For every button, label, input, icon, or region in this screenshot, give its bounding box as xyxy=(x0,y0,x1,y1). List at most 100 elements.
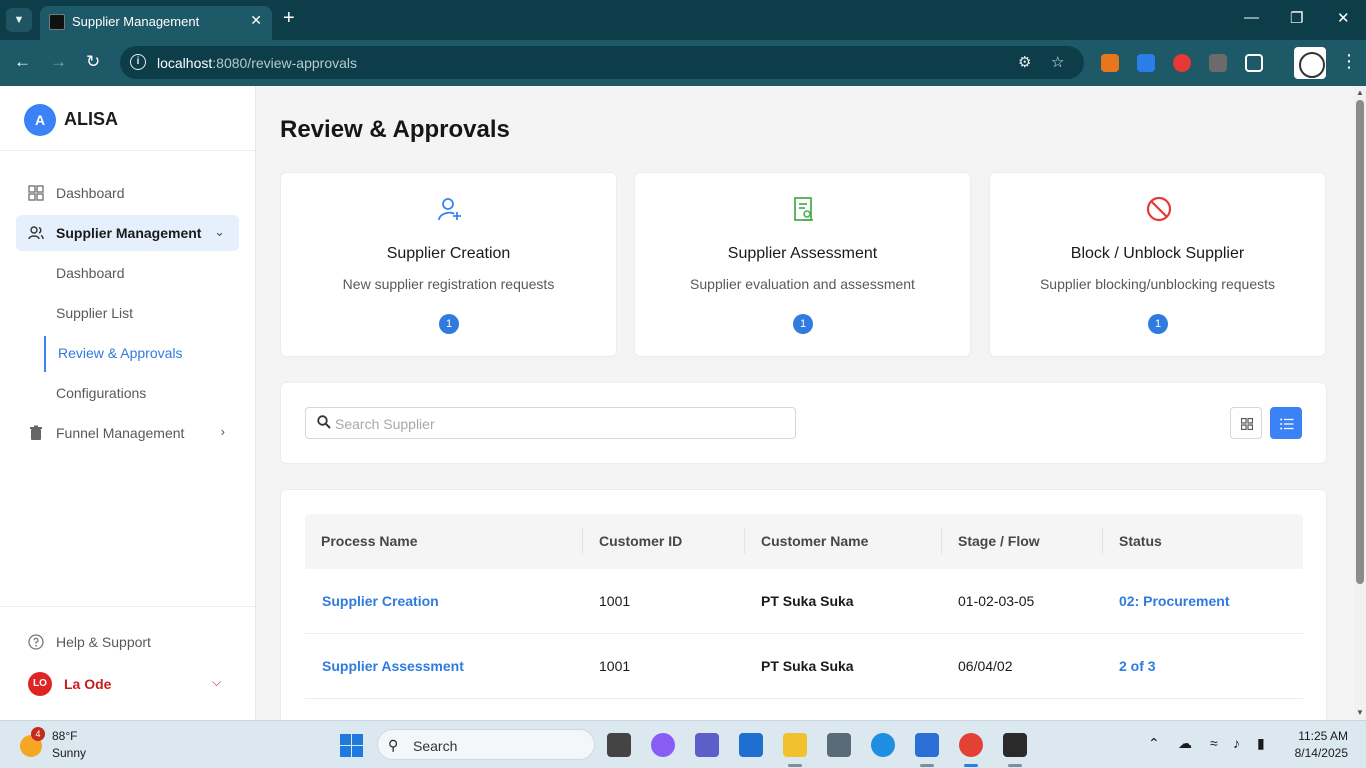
address-bar[interactable]: i localhost:8080/review-approvals ⚙ ☆ xyxy=(120,46,1084,79)
window-close-icon[interactable]: ✕ xyxy=(1337,9,1350,27)
search-box[interactable] xyxy=(305,407,796,439)
notepad-icon[interactable] xyxy=(915,733,939,757)
new-tab-button[interactable]: + xyxy=(283,7,295,30)
translate-icon[interactable]: ⚙ xyxy=(1018,53,1031,71)
list-view-button[interactable] xyxy=(1270,407,1302,439)
card-description: Supplier blocking/unblocking requests xyxy=(1039,276,1276,292)
grid-icon xyxy=(1241,418,1253,430)
customer-name: PT Suka Suka xyxy=(761,658,854,674)
browser-menu-icon[interactable]: ⋮ xyxy=(1340,51,1358,72)
tab-close-icon[interactable]: ✕ xyxy=(250,12,262,29)
scroll-up-icon[interactable]: ▲ xyxy=(1356,88,1364,97)
grid-view-button[interactable] xyxy=(1230,407,1262,439)
sidebar-item-label: Dashboard xyxy=(56,185,125,201)
terminal-icon[interactable] xyxy=(1003,733,1027,757)
sidebar-item-help-support[interactable]: Help & Support xyxy=(16,624,239,660)
url-text[interactable]: localhost:8080/review-approvals xyxy=(157,55,357,71)
sidebar-subitem-review-approvals[interactable]: Review & Approvals xyxy=(58,345,183,361)
restore-icon[interactable]: ❐ xyxy=(1290,9,1303,27)
divider xyxy=(0,150,255,151)
page-scrollbar[interactable]: ▲ ▼ xyxy=(1354,86,1366,720)
column-header[interactable]: Stage / Flow xyxy=(958,533,1040,549)
copilot-icon[interactable] xyxy=(651,733,675,757)
card-supplier-creation[interactable]: Supplier Creation New supplier registrat… xyxy=(280,172,617,357)
running-indicator xyxy=(788,764,802,767)
count-badge: 1 xyxy=(793,314,813,334)
taskbar: 4 88°F Sunny ⚲ Search ⌃ ☁ ≈ ♪ ▮ 11:25 AM… xyxy=(0,720,1366,768)
bookmark-star-icon[interactable]: ☆ xyxy=(1051,53,1064,71)
dashboard-grid-icon xyxy=(28,185,44,201)
table-row[interactable]: Supplier Creation 1001 PT Suka Suka 01-0… xyxy=(305,569,1303,634)
table-row[interactable]: Supplier Assessment 1001 PT Suka Suka 06… xyxy=(305,634,1303,699)
windows-start-icon[interactable] xyxy=(340,734,363,757)
url-path: :8080/review-approvals xyxy=(212,55,358,71)
teams-icon[interactable] xyxy=(695,733,719,757)
column-header[interactable]: Customer ID xyxy=(599,533,682,549)
k-extension-icon[interactable] xyxy=(1137,54,1155,72)
active-indicator xyxy=(44,336,46,372)
clock[interactable]: 11:25 AM 8/14/2025 xyxy=(1290,729,1348,760)
file-explorer-icon[interactable] xyxy=(783,733,807,757)
search-panel xyxy=(280,382,1327,464)
task-view-icon[interactable] xyxy=(607,733,631,757)
sidebar-subitem-supplier-list[interactable]: Supplier List xyxy=(56,305,133,321)
help-circle-icon xyxy=(28,634,44,650)
process-name-link[interactable]: Supplier Creation xyxy=(322,593,439,609)
process-name-link[interactable]: Supplier Assessment xyxy=(322,658,464,674)
approvals-table: Process Name Customer ID Customer Name S… xyxy=(280,489,1327,729)
browser-toolbar: ← → ↻ i localhost:8080/review-approvals … xyxy=(0,40,1366,86)
sidebar-subitem-dashboard[interactable]: Dashboard xyxy=(56,265,125,281)
fox-extension-icon[interactable] xyxy=(1101,54,1119,72)
chevron-right-icon: › xyxy=(220,424,225,439)
profile-avatar[interactable] xyxy=(1294,47,1326,79)
customer-id: 1001 xyxy=(599,658,631,674)
minimize-icon[interactable]: — xyxy=(1244,9,1259,26)
battery-icon[interactable]: ▮ xyxy=(1257,735,1265,752)
hand-extension-icon[interactable] xyxy=(1173,54,1191,72)
column-header[interactable]: Status xyxy=(1119,533,1162,549)
running-indicator xyxy=(920,764,934,767)
extensions-puzzle-icon[interactable] xyxy=(1245,54,1263,72)
sidebar-subitem-configurations[interactable]: Configurations xyxy=(56,385,146,401)
wifi-icon[interactable]: ≈ xyxy=(1210,735,1218,751)
sidebar-item-dashboard[interactable]: Dashboard xyxy=(16,175,239,211)
page-title: Review & Approvals xyxy=(280,116,510,143)
chrome-icon[interactable] xyxy=(959,733,983,757)
column-header[interactable]: Process Name xyxy=(321,533,418,549)
chevron-up-icon[interactable]: ⌃ xyxy=(1148,735,1160,752)
scroll-down-icon[interactable]: ▼ xyxy=(1356,708,1364,717)
favicon-icon xyxy=(49,14,65,30)
chevron-down-icon[interactable]: ⌵ xyxy=(212,675,221,690)
forward-icon[interactable]: → xyxy=(50,52,67,72)
store-icon[interactable] xyxy=(739,733,763,757)
edge-icon[interactable] xyxy=(871,733,895,757)
reload-icon[interactable]: ↻ xyxy=(86,52,100,72)
card-block-unblock-supplier[interactable]: Block / Unblock Supplier Supplier blocki… xyxy=(989,172,1326,357)
user-name[interactable]: La Ode xyxy=(64,676,111,692)
user-avatar[interactable]: LO xyxy=(28,672,52,696)
media-extension-icon[interactable] xyxy=(1209,54,1227,72)
sidebar-item-funnel-management[interactable]: Funnel Management › xyxy=(16,415,239,451)
browser-tab[interactable]: Supplier Management ✕ xyxy=(40,6,272,40)
camera-icon[interactable] xyxy=(827,733,851,757)
site-info-icon[interactable]: i xyxy=(130,54,146,70)
back-icon[interactable]: ← xyxy=(14,52,31,72)
active-indicator xyxy=(964,764,978,767)
weather-temperature[interactable]: 88°F xyxy=(52,729,77,743)
taskbar-search[interactable]: ⚲ Search xyxy=(377,729,595,760)
search-input[interactable] xyxy=(335,414,775,434)
column-header[interactable]: Customer Name xyxy=(761,533,868,549)
scroll-thumb[interactable] xyxy=(1356,100,1364,584)
count-badge: 1 xyxy=(439,314,459,334)
volume-icon[interactable]: ♪ xyxy=(1233,735,1240,751)
sidebar-item-label: Funnel Management xyxy=(56,425,185,441)
sidebar-item-supplier-management[interactable]: Supplier Management ⌄ xyxy=(16,215,239,251)
cloud-offline-icon[interactable]: ☁ xyxy=(1178,735,1192,752)
card-description: Supplier evaluation and assessment xyxy=(690,276,915,292)
tab-search-menu-button[interactable]: ▼ xyxy=(6,8,32,32)
card-title: Supplier Assessment xyxy=(727,245,878,262)
weather-condition[interactable]: Sunny xyxy=(52,746,86,760)
status-link[interactable]: 2 of 3 xyxy=(1119,658,1156,674)
status-link[interactable]: 02: Procurement xyxy=(1119,593,1229,609)
card-supplier-assessment[interactable]: Supplier Assessment Supplier evaluation … xyxy=(634,172,971,357)
